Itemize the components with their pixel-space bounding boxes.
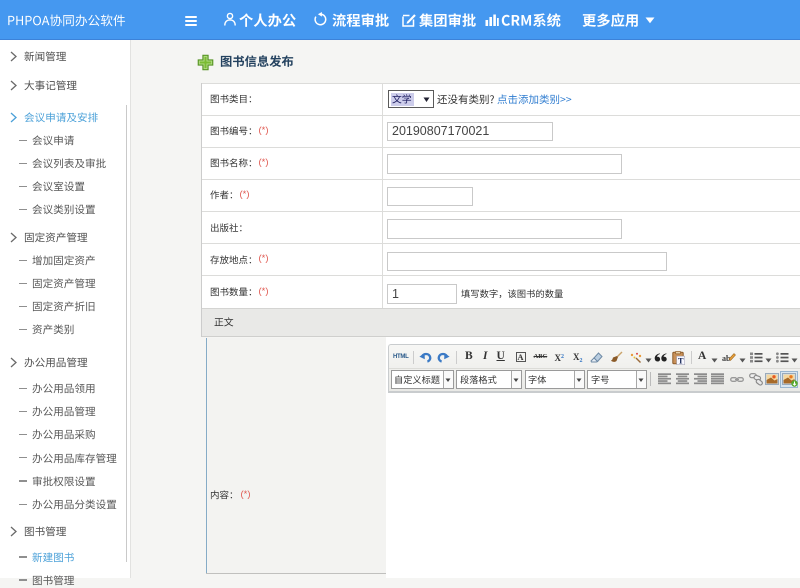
svg-text:T: T — [678, 355, 684, 365]
